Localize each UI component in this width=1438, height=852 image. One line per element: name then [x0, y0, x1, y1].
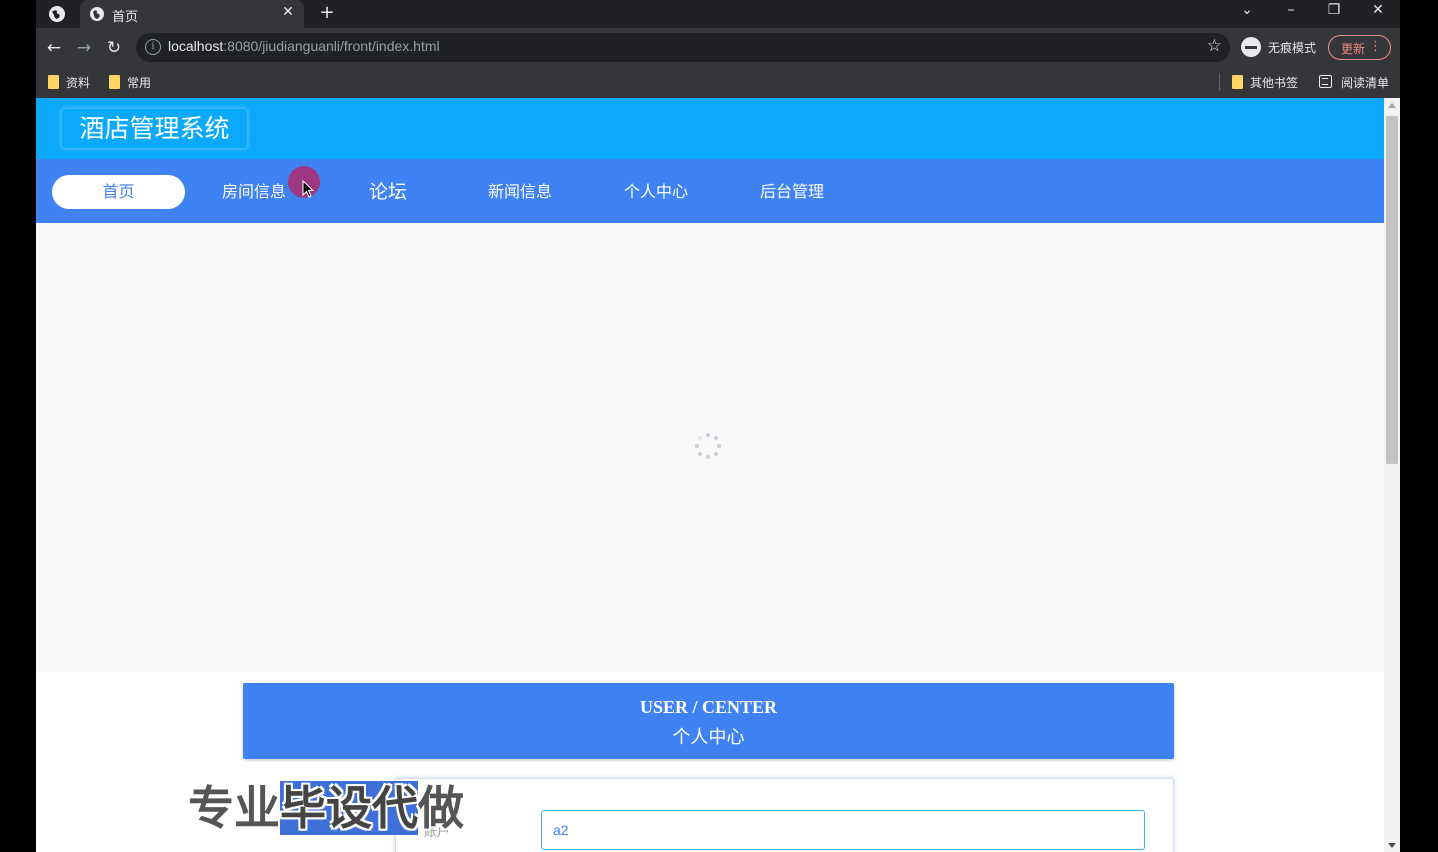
- user-center-title-cn: 个人中心: [672, 727, 745, 748]
- page-scrollbar[interactable]: [1384, 98, 1400, 852]
- loading-spinner-icon: [694, 433, 722, 461]
- more-menu-icon[interactable]: ⋮: [1369, 39, 1382, 54]
- browser-tab-strip: 首页 ✕ + ⌄ – ❐ ✕: [36, 0, 1400, 28]
- bookmark-star-icon[interactable]: ☆: [1207, 36, 1222, 56]
- bookmarks-bar: 资料 常用 其他书签 阅读清单: [36, 66, 1400, 98]
- browser-toolbar: ← → ↻ i localhost:8080/jiudianguanli/fro…: [36, 28, 1400, 66]
- scroll-up-arrow-icon[interactable]: [1388, 103, 1396, 108]
- globe-icon: [90, 7, 104, 21]
- bookmark-separator: [1219, 73, 1220, 91]
- tab-search-chevron-icon[interactable]: ⌄: [1232, 2, 1262, 24]
- nav-item-rooms[interactable]: 房间信息: [216, 175, 292, 209]
- nav-item-forum[interactable]: 论坛: [354, 175, 422, 209]
- forward-arrow-icon[interactable]: →: [73, 37, 95, 59]
- user-center-title-en: USER / CENTER: [639, 697, 778, 717]
- main-nav: 首页 房间信息 论坛 新闻信息 个人中心 后台管理: [36, 159, 1384, 223]
- address-bar[interactable]: i localhost:8080/jiudianguanli/front/ind…: [136, 33, 1230, 62]
- mouse-pointer-icon: [302, 180, 314, 198]
- folder-icon: [1232, 75, 1243, 89]
- reload-icon[interactable]: ↻: [103, 37, 125, 59]
- site-header: 酒店管理系统: [36, 98, 1384, 159]
- screen: 首页 ✕ + ⌄ – ❐ ✕ ← → ↻ i localhost:8080/ji…: [0, 0, 1438, 852]
- page-viewport: 酒店管理系统 首页 房间信息 论坛 新闻信息 个人中心 后台管理 USER /: [36, 98, 1384, 852]
- nav-item-admin[interactable]: 后台管理: [754, 175, 830, 209]
- minimize-icon[interactable]: –: [1276, 2, 1306, 24]
- user-info-form: 账户: [395, 778, 1174, 852]
- nav-item-user-center[interactable]: 个人中心: [618, 175, 694, 209]
- new-tab-icon[interactable]: +: [316, 2, 338, 26]
- incognito-label: 无痕模式: [1268, 41, 1317, 55]
- incognito-icon: [1241, 37, 1261, 57]
- nav-item-home[interactable]: 首页: [52, 175, 185, 209]
- reading-list-icon: [1319, 75, 1332, 88]
- url-text[interactable]: localhost:8080/jiudianguanli/front/index…: [168, 38, 440, 54]
- close-window-icon[interactable]: ✕: [1363, 2, 1393, 24]
- nav-item-news[interactable]: 新闻信息: [482, 175, 558, 209]
- folder-icon: [48, 75, 59, 89]
- folder-icon: [109, 75, 120, 89]
- close-tab-icon[interactable]: ✕: [280, 4, 296, 22]
- scrollbar-thumb[interactable]: [1386, 116, 1398, 464]
- watermark-overlay: 专业毕设代做: [188, 781, 464, 835]
- scroll-down-arrow-icon[interactable]: [1388, 843, 1396, 848]
- site-info-icon[interactable]: i: [145, 39, 161, 55]
- banner-carousel: [36, 223, 1384, 672]
- account-input[interactable]: [541, 810, 1145, 850]
- user-center-heading: USER / CENTER 个人中心: [243, 683, 1174, 759]
- update-button[interactable]: 更新 ⋮: [1328, 35, 1391, 60]
- site-title[interactable]: 酒店管理系统: [61, 108, 248, 149]
- tab-title: 首页: [112, 9, 139, 24]
- restore-icon[interactable]: ❐: [1319, 2, 1349, 24]
- back-arrow-icon[interactable]: ←: [43, 37, 65, 59]
- browser-menu-icon[interactable]: [48, 5, 66, 23]
- browser-tab-active[interactable]: 首页 ✕: [80, 0, 304, 28]
